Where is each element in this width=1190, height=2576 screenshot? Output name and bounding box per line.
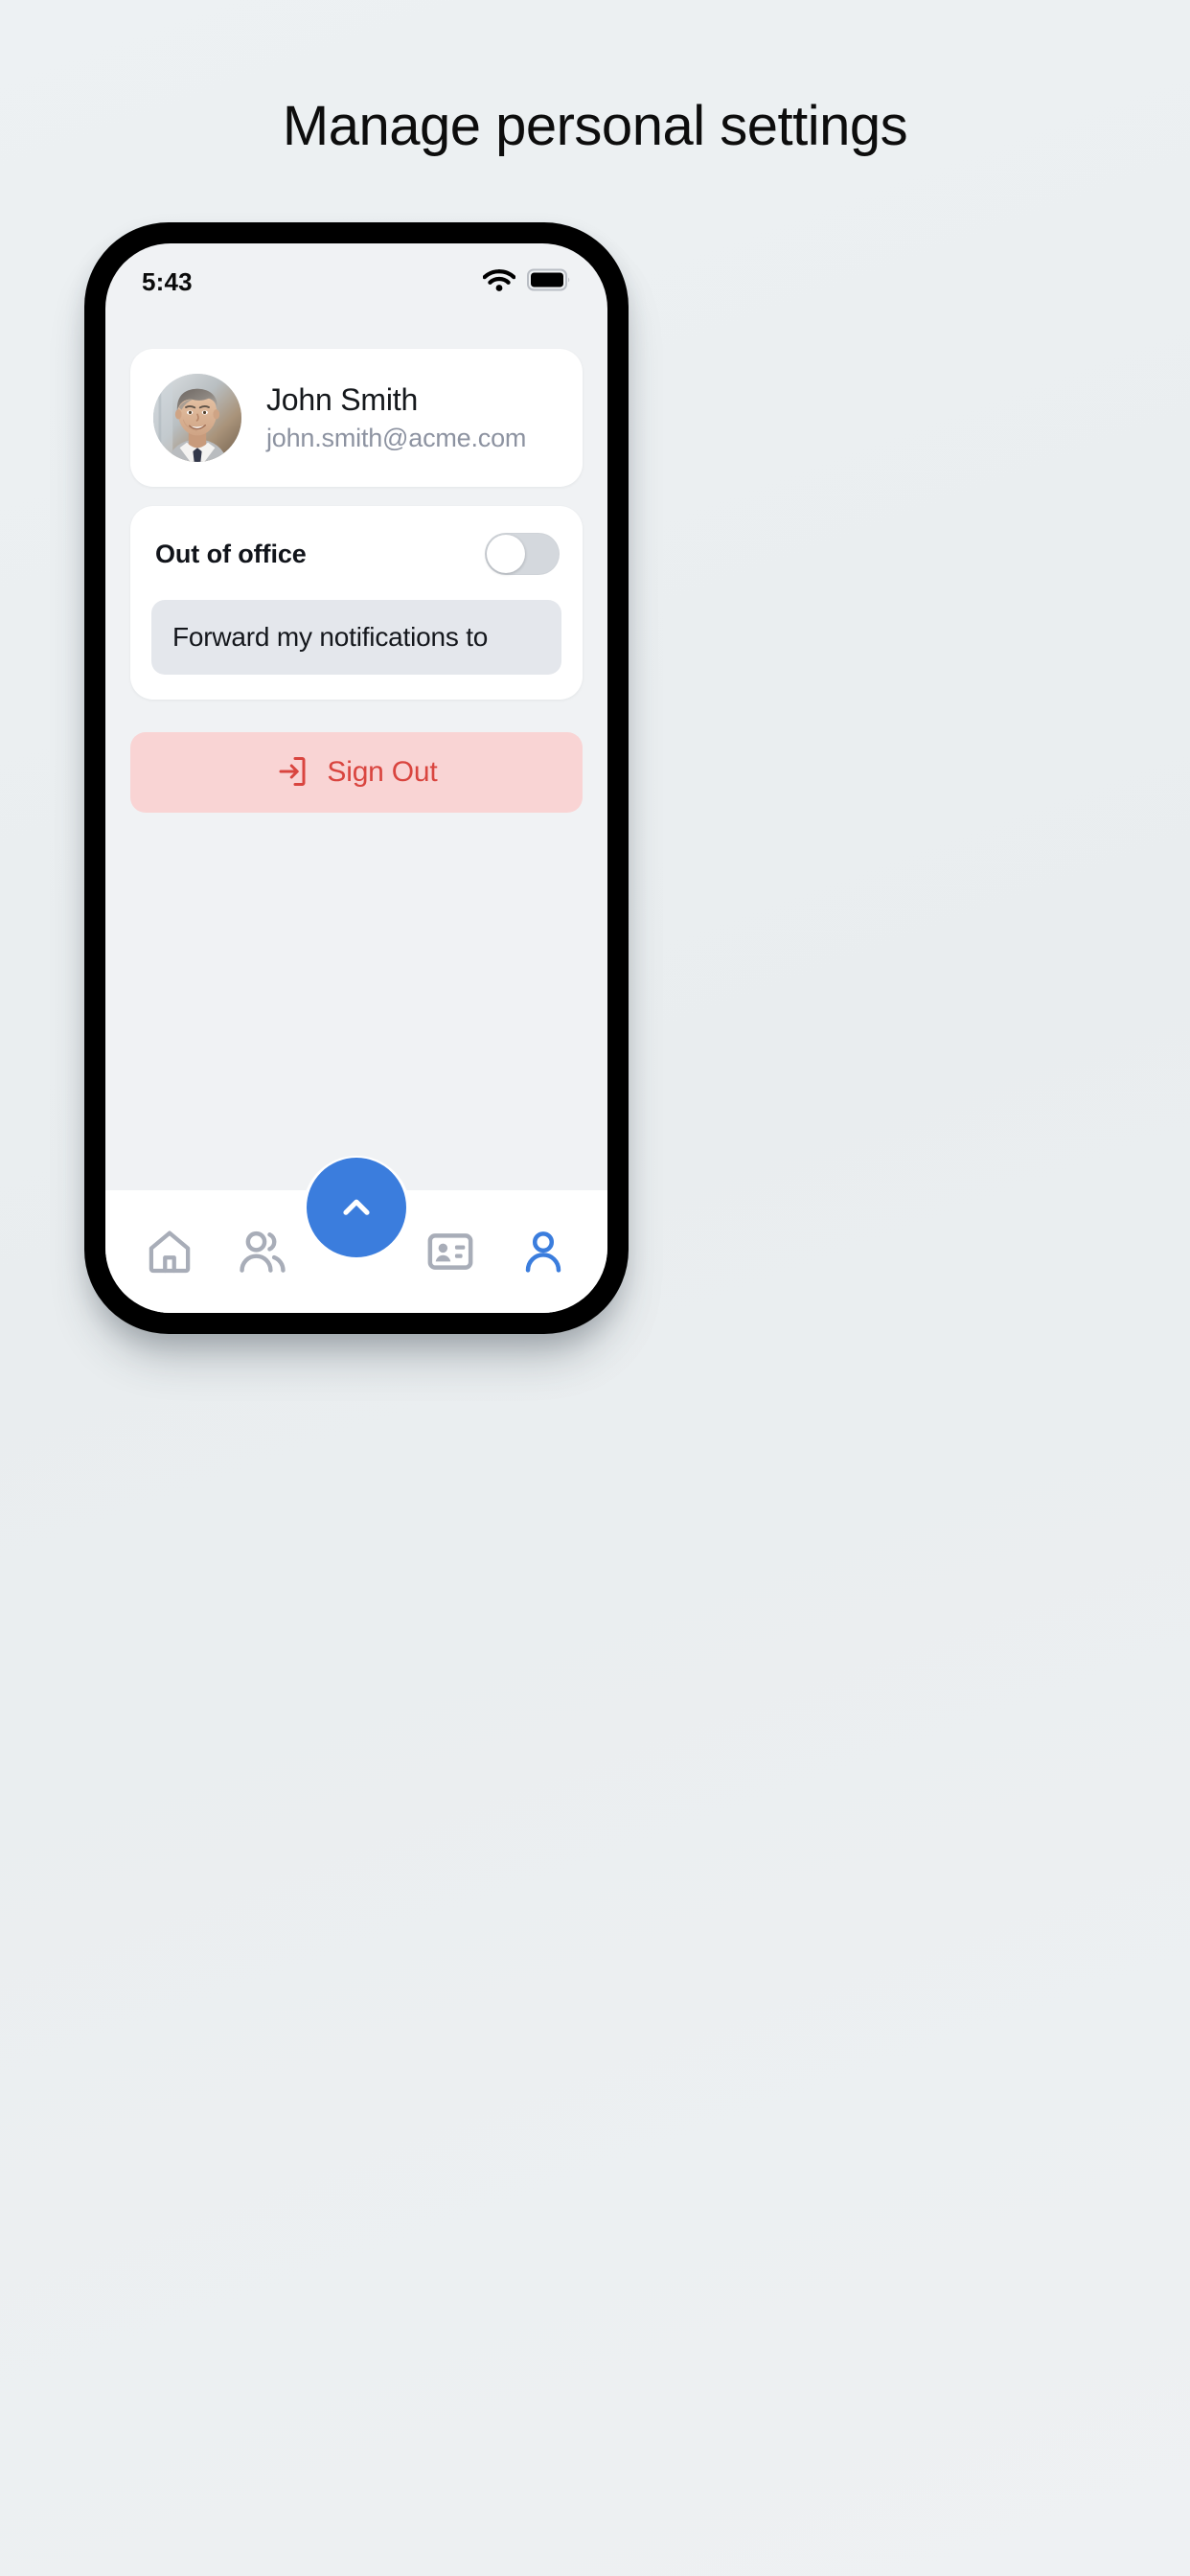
- profile-card[interactable]: John Smith john.smith@acme.com: [130, 349, 583, 487]
- status-bar-icons: [482, 267, 571, 297]
- battery-full-icon: [527, 268, 571, 296]
- chevron-up-icon: [333, 1184, 379, 1230]
- phone-frame: 5:43 John Smith john.smith@acme.com Out …: [84, 222, 629, 1334]
- bottom-navigation: [105, 1156, 607, 1313]
- id-card-icon: [424, 1226, 476, 1277]
- out-of-office-toggle[interactable]: [485, 533, 560, 575]
- profile-email: john.smith@acme.com: [266, 424, 527, 452]
- status-bar: 5:43: [105, 243, 607, 307]
- nav-item-home[interactable]: [128, 1210, 211, 1293]
- people-icon: [236, 1225, 289, 1278]
- person-icon: [517, 1226, 569, 1277]
- forward-notifications-input[interactable]: Forward my notifications to: [151, 600, 561, 675]
- wifi-icon: [482, 267, 516, 297]
- phone-screen: 5:43 John Smith john.smith@acme.com Out …: [105, 243, 607, 1313]
- app-content: John Smith john.smith@acme.com Out of of…: [105, 307, 607, 1190]
- nav-item-contacts[interactable]: [221, 1210, 304, 1293]
- out-of-office-card: Out of office Forward my notifications t…: [130, 506, 583, 700]
- out-of-office-row: Out of office: [151, 531, 561, 575]
- out-of-office-label: Out of office: [155, 539, 307, 568]
- status-bar-time: 5:43: [142, 266, 193, 296]
- sign-out-icon: [275, 754, 309, 792]
- toggle-knob: [487, 535, 525, 573]
- sign-out-button[interactable]: Sign Out: [130, 732, 583, 813]
- expand-fab-button[interactable]: [307, 1158, 406, 1257]
- profile-name: John Smith: [266, 382, 419, 417]
- sign-out-label: Sign Out: [327, 756, 438, 788]
- nav-item-directory[interactable]: [409, 1210, 492, 1293]
- page-title: Manage personal settings: [282, 95, 908, 157]
- avatar: [153, 374, 241, 462]
- home-icon: [144, 1226, 195, 1277]
- profile-text: John Smith john.smith@acme.com: [266, 382, 526, 453]
- nav-item-profile[interactable]: [502, 1210, 584, 1293]
